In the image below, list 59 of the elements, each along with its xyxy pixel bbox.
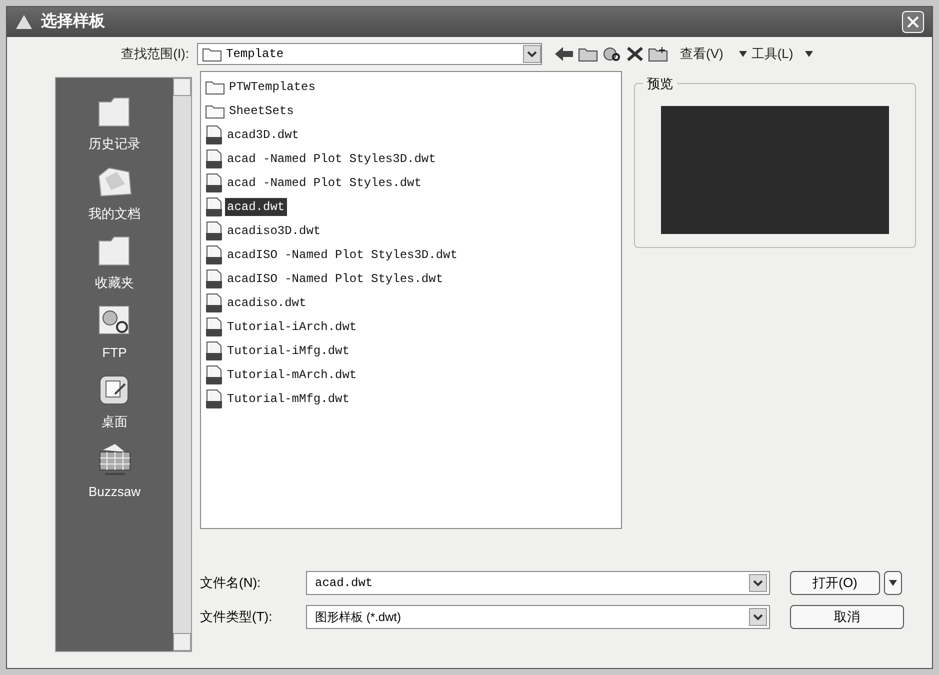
document-icon xyxy=(205,124,223,144)
file-item[interactable]: acadiso.dwt xyxy=(205,292,617,313)
document-icon xyxy=(205,196,223,216)
document-icon xyxy=(205,172,223,192)
caret-icon[interactable] xyxy=(805,51,814,57)
place-label[interactable]: 桌面 xyxy=(102,412,128,432)
place-label[interactable]: FTP xyxy=(102,342,127,362)
file-item[interactable]: PTWTemplates xyxy=(205,76,617,97)
document-icon xyxy=(205,292,223,312)
field-label: 文件类型(T): xyxy=(200,608,274,626)
app-icon xyxy=(15,14,33,30)
file-item[interactable]: acadiso3D.dwt xyxy=(205,220,617,241)
document-icon xyxy=(205,268,223,288)
folder-icon xyxy=(202,46,222,62)
dropdown-field[interactable]: 图形样板 (*.dwt) xyxy=(306,605,770,629)
back-arrow-icon[interactable] xyxy=(554,46,574,62)
caret-icon xyxy=(889,580,897,586)
file-item[interactable]: acad -Named Plot Styles3D.dwt xyxy=(205,148,617,169)
new-folder-icon[interactable] xyxy=(648,46,668,62)
menu-button[interactable]: 查看(V) xyxy=(676,44,728,64)
globe-search-icon[interactable] xyxy=(602,46,622,62)
close-icon xyxy=(906,15,920,29)
file-item[interactable]: acadISO -Named Plot Styles3D.dwt xyxy=(205,244,617,265)
document-icon xyxy=(205,316,223,336)
place-label[interactable]: 我的文档 xyxy=(88,204,140,223)
open-button[interactable]: 打开(O) xyxy=(790,571,880,595)
caret-icon xyxy=(739,51,748,57)
file-item[interactable]: Tutorial-mMfg.dwt xyxy=(205,388,617,409)
document-icon xyxy=(205,364,223,384)
folder-icon xyxy=(205,102,225,118)
file-item[interactable]: acadISO -Named Plot Styles.dwt xyxy=(205,268,617,289)
close-button[interactable] xyxy=(902,11,924,33)
file-item[interactable]: acad3D.dwt xyxy=(205,124,617,145)
file-item[interactable]: acad -Named Plot Styles.dwt xyxy=(205,172,617,193)
folder-up-icon[interactable] xyxy=(578,46,598,62)
place-label[interactable]: 历史记录 xyxy=(88,134,140,154)
field-label: 文件名(N): xyxy=(200,574,262,592)
place-label[interactable]: Buzzsaw xyxy=(88,482,141,501)
menu-button[interactable]: 工具(L) xyxy=(735,44,798,64)
look-in-dropdown[interactable]: Template xyxy=(197,43,542,65)
dropdown-field[interactable]: acad.dwt xyxy=(306,571,770,595)
file-item[interactable]: Tutorial-mArch.dwt xyxy=(205,364,617,385)
document-icon xyxy=(205,340,223,360)
delete-icon[interactable] xyxy=(626,46,644,62)
window-title: 选择样板 xyxy=(41,12,105,32)
cancel-button[interactable]: 取消 xyxy=(790,605,904,629)
folder-icon xyxy=(205,78,225,94)
look-in-label: 查找范围(I): xyxy=(120,45,189,64)
file-item[interactable]: Tutorial-iMfg.dwt xyxy=(205,340,617,361)
scrollbar[interactable] xyxy=(173,78,191,651)
place-label[interactable]: 收藏夹 xyxy=(95,273,134,292)
document-icon xyxy=(205,388,223,408)
open-options-button[interactable] xyxy=(884,571,902,595)
file-item[interactable]: SheetSets xyxy=(205,100,617,121)
file-item[interactable]: acad.dwt xyxy=(205,196,617,217)
document-icon xyxy=(205,244,223,264)
file-item[interactable]: Tutorial-iArch.dwt xyxy=(205,316,617,337)
document-icon xyxy=(205,220,223,240)
document-icon xyxy=(205,148,223,168)
